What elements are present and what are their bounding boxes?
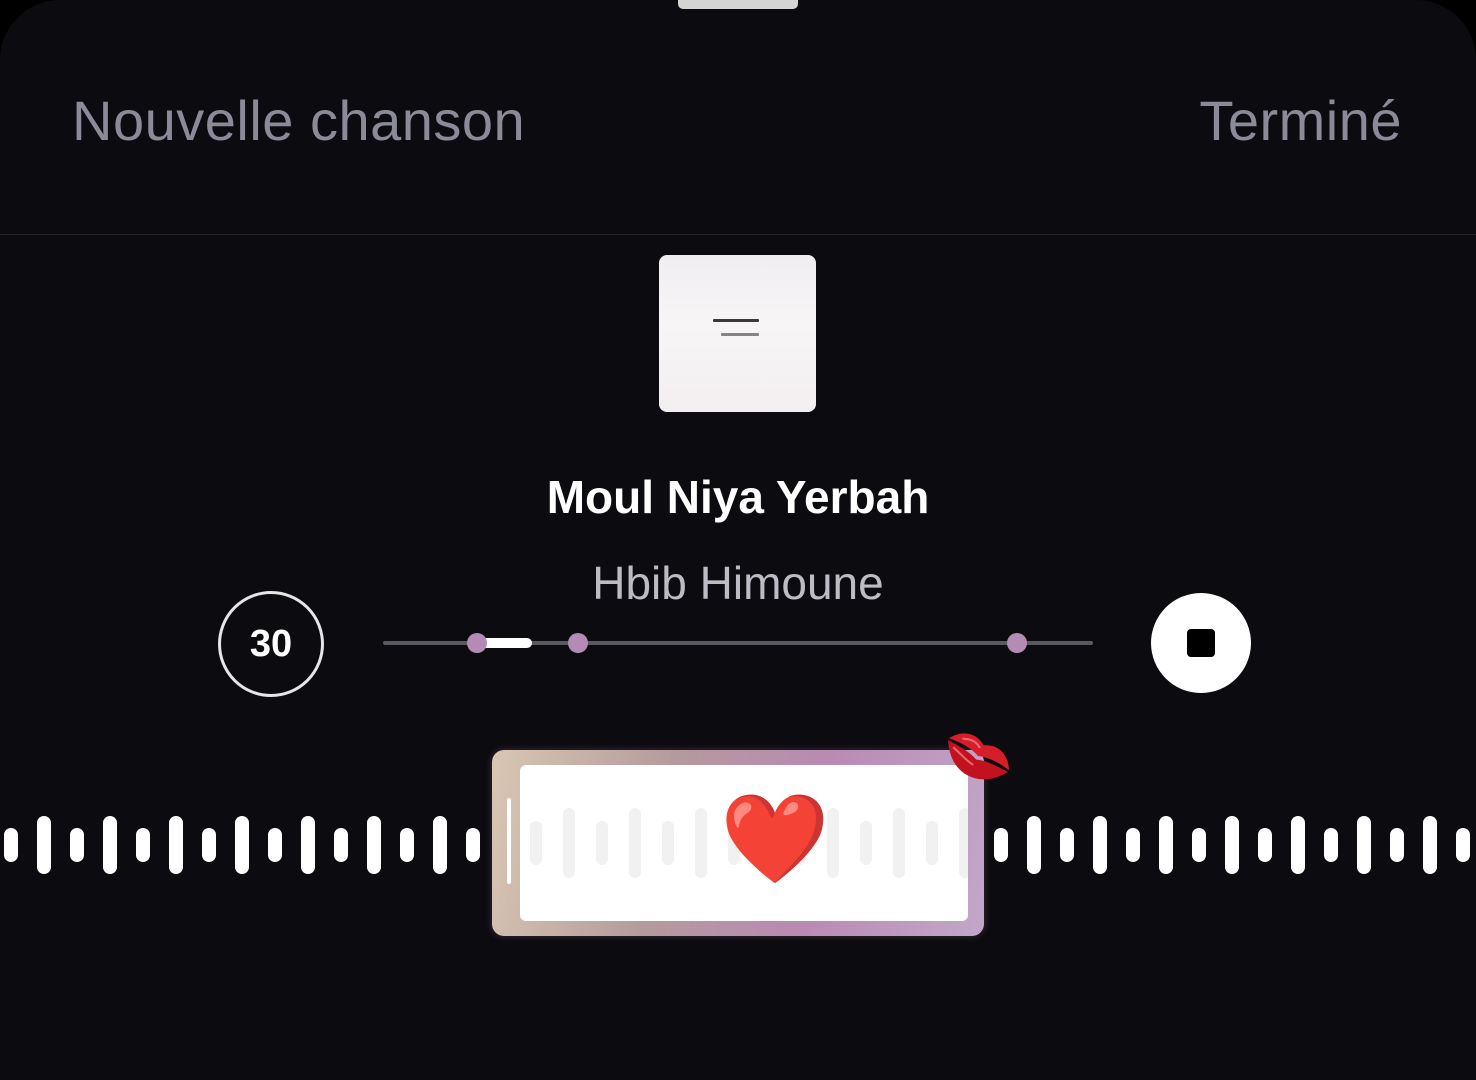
waveform-bar-ghost <box>959 808 968 878</box>
waveform-bar <box>994 828 1008 862</box>
waveform-bar <box>1357 816 1371 874</box>
waveform-bar <box>70 828 84 862</box>
waveform-bar <box>466 828 480 862</box>
header-divider <box>0 234 1476 235</box>
waveform-bar <box>1324 828 1338 862</box>
sheet-grabber[interactable] <box>678 0 798 9</box>
selection-handle[interactable] <box>507 798 511 884</box>
waveform-bar <box>4 828 18 862</box>
done-button[interactable]: Terminé <box>1199 88 1402 153</box>
waveform-bar-ghost <box>860 821 872 865</box>
waveform-bar <box>1291 816 1305 874</box>
waveform-bar-ghost <box>530 821 542 865</box>
waveform-bar <box>1390 828 1404 862</box>
waveform-bar <box>1192 828 1206 862</box>
duration-label: 30 <box>249 622 293 665</box>
waveform-bar-ghost <box>926 821 938 865</box>
waveform-bar <box>400 828 414 862</box>
waveform-bar-ghost <box>662 821 674 865</box>
waveform-bar <box>1060 828 1074 862</box>
waveform-bar <box>1225 816 1239 874</box>
waveform-bar <box>169 816 183 874</box>
song-title: Moul Niya Yerbah <box>546 471 930 523</box>
progress-marker <box>467 633 487 653</box>
kiss-mark-icon <box>947 733 1009 780</box>
song-artist: Hbib Himoune <box>592 557 884 609</box>
waveform-bar-ghost <box>563 808 575 878</box>
waveform-bar-ghost <box>893 808 905 878</box>
album-cover <box>659 255 816 412</box>
waveform-bar <box>235 816 249 874</box>
waveform-bar <box>103 816 117 874</box>
progress-marker <box>568 633 588 653</box>
waveform-bar <box>136 828 150 862</box>
waveform-bar <box>268 828 282 862</box>
waveform-bar <box>1126 828 1140 862</box>
waveform-bar <box>367 816 381 874</box>
clip-selection-content: ❤️ <box>520 765 968 921</box>
song-picker-sheet: Nouvelle chanson Terminé Moul Niya Yerba… <box>0 0 1476 1080</box>
stop-icon <box>1187 629 1215 657</box>
waveform-bar-ghost <box>629 808 641 878</box>
cover-text-line <box>713 319 759 322</box>
progress-marker <box>1007 633 1027 653</box>
waveform-bar <box>301 816 315 874</box>
waveform-bar <box>1159 816 1173 874</box>
waveform-bar <box>433 816 447 874</box>
stop-button[interactable] <box>1151 593 1251 693</box>
clip-duration-button[interactable]: 30 <box>218 591 324 697</box>
waveform-bar <box>202 828 216 862</box>
heart-icon: ❤️ <box>720 787 830 890</box>
waveform-bar-ghost <box>695 808 707 878</box>
waveform-bar <box>1027 816 1041 874</box>
waveform-bar <box>1423 816 1437 874</box>
waveform-bar <box>1093 816 1107 874</box>
waveform-bar <box>1258 828 1272 862</box>
waveform-bar <box>37 816 51 874</box>
waveform-bar-ghost <box>596 821 608 865</box>
waveform-bar <box>1456 828 1470 862</box>
new-song-button[interactable]: Nouvelle chanson <box>72 88 525 153</box>
cover-text-line <box>721 333 759 336</box>
waveform-bar <box>334 828 348 862</box>
clip-selection-window[interactable]: ❤️ <box>492 750 984 936</box>
